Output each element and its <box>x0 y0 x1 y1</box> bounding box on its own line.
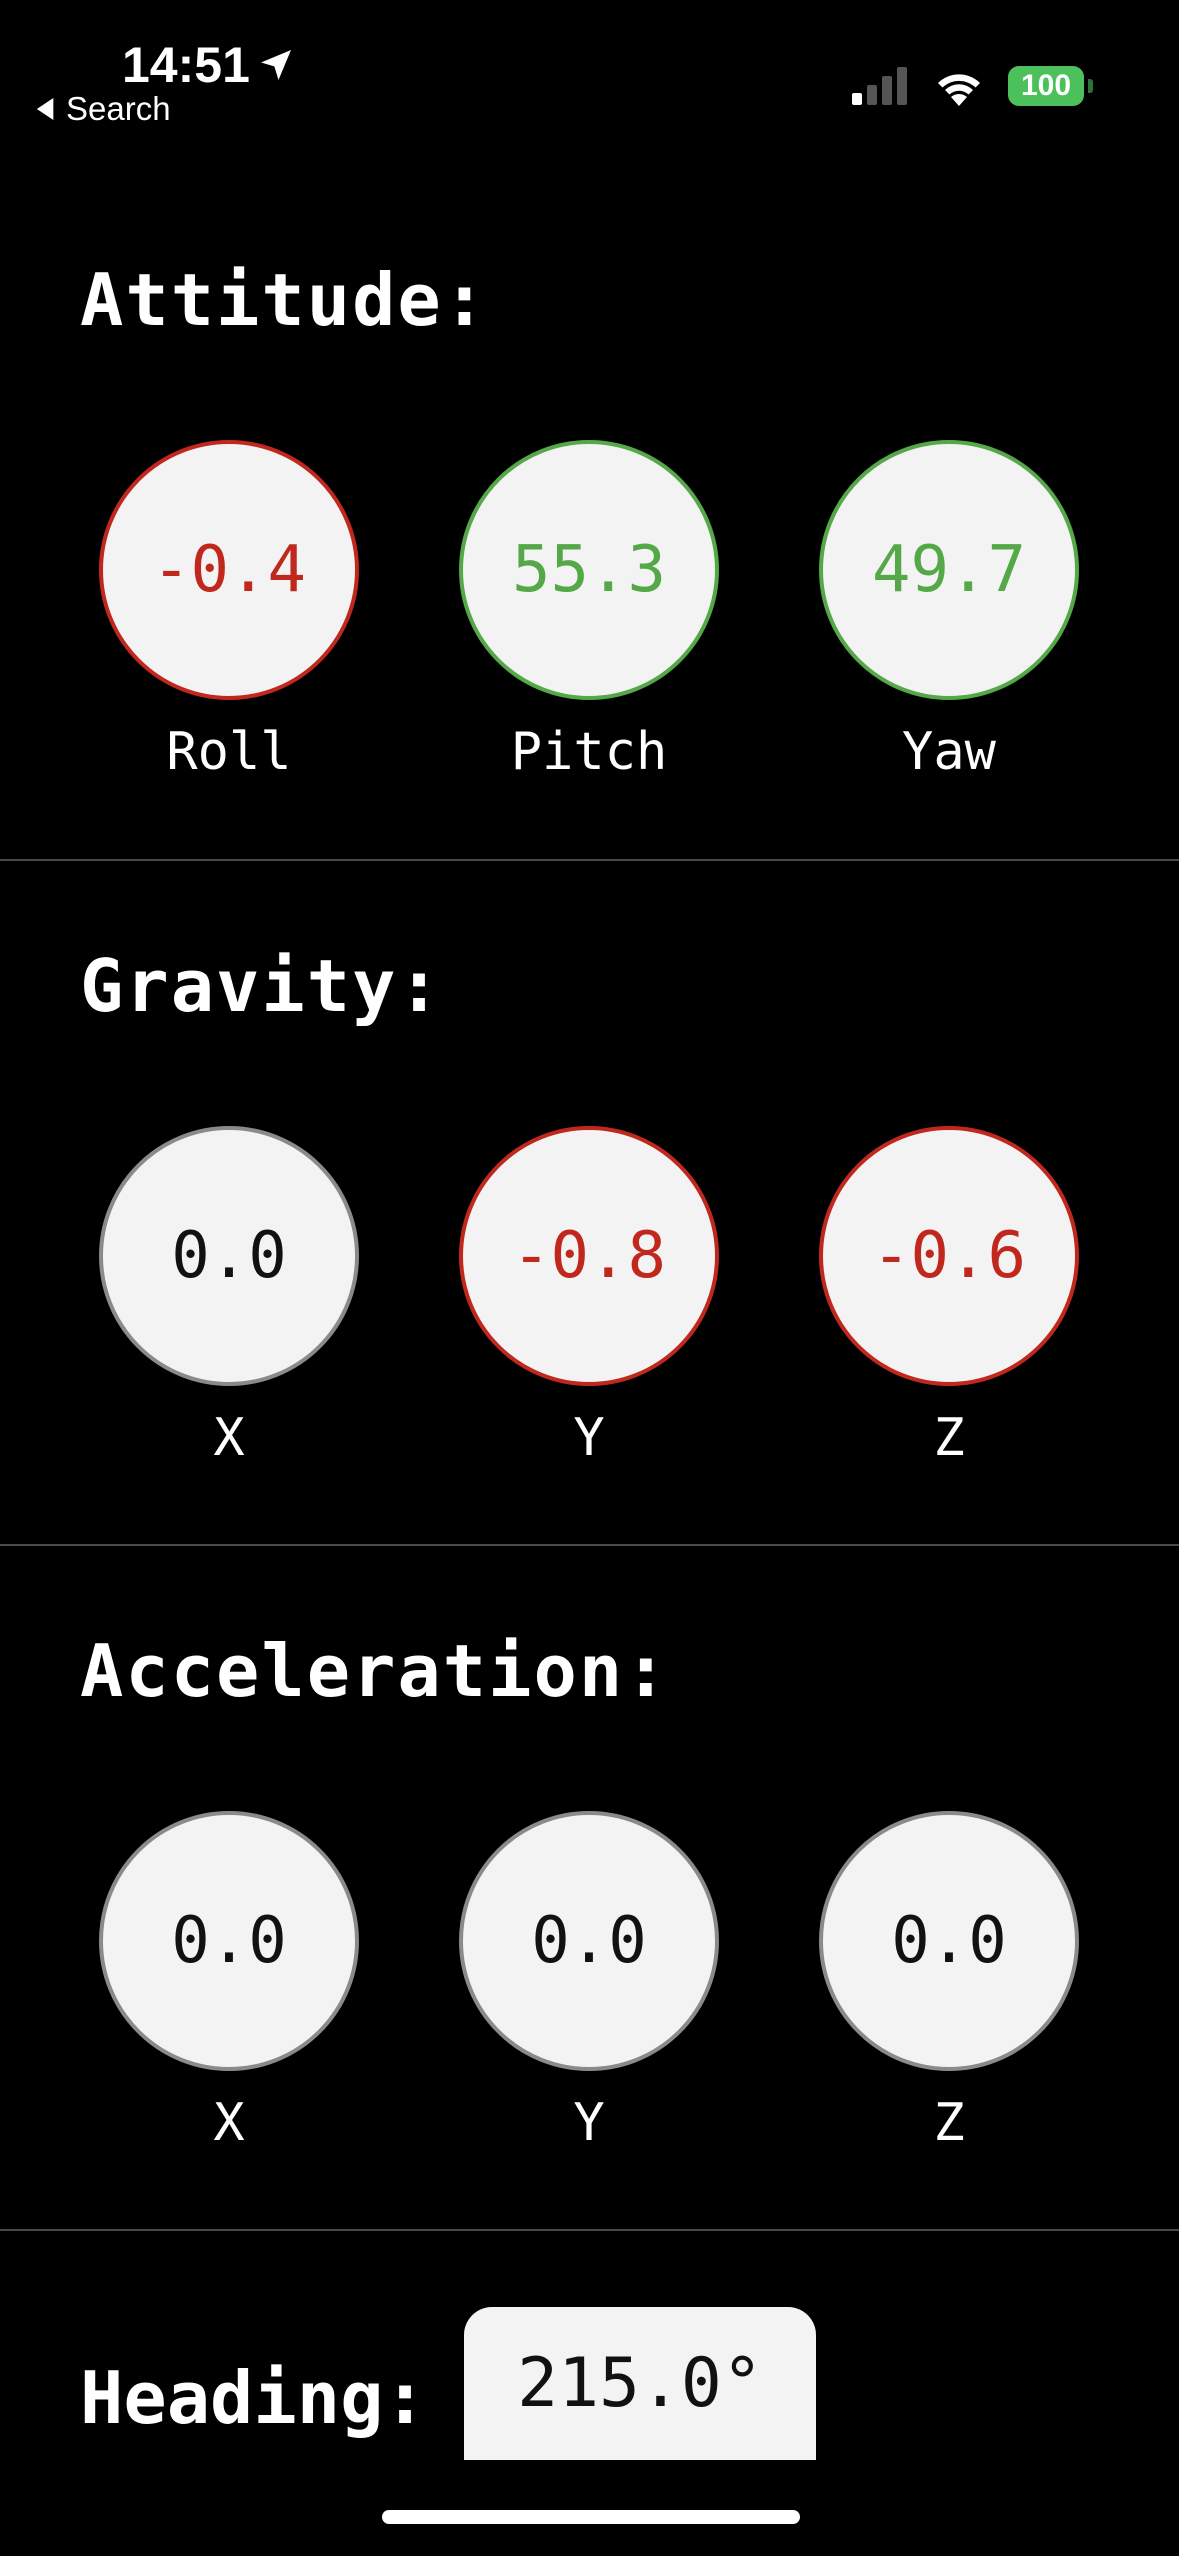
roll-label: Roll <box>166 722 292 782</box>
pitch-value: 55.3 <box>459 440 719 700</box>
gravity-z-gauge: -0.6 Z <box>819 1126 1079 1468</box>
roll-value: -0.4 <box>99 440 359 700</box>
acceleration-section: Acceleration: 0.0 X 0.0 Y 0.0 Z <box>0 1545 1179 2230</box>
gravity-y-value: -0.8 <box>459 1126 719 1386</box>
gravity-section: Gravity: 0.0 X -0.8 Y -0.6 Z <box>0 860 1179 1545</box>
gravity-y-label: Y <box>573 1408 605 1468</box>
acceleration-x-label: X <box>213 2093 245 2153</box>
acceleration-z-value: 0.0 <box>819 1811 1079 2071</box>
acceleration-z-gauge: 0.0 Z <box>819 1811 1079 2153</box>
acceleration-gauges: 0.0 X 0.0 Y 0.0 Z <box>0 1811 1179 2153</box>
acceleration-x-value: 0.0 <box>99 1811 359 2071</box>
heading-value: 215.0° <box>464 2307 816 2460</box>
acceleration-z-label: Z <box>933 2093 965 2153</box>
acceleration-y-label: Y <box>573 2093 605 2153</box>
gravity-y-gauge: -0.8 Y <box>459 1126 719 1468</box>
acceleration-title: Acceleration: <box>80 1629 670 1713</box>
gravity-x-label: X <box>213 1408 245 1468</box>
attitude-gauges: -0.4 Roll 55.3 Pitch 49.7 Yaw <box>0 440 1179 782</box>
heading-title: Heading: <box>80 2356 427 2440</box>
gravity-z-label: Z <box>933 1408 965 1468</box>
yaw-label: Yaw <box>902 722 996 782</box>
acceleration-x-gauge: 0.0 X <box>99 1811 359 2153</box>
gravity-gauges: 0.0 X -0.8 Y -0.6 Z <box>0 1126 1179 1468</box>
pitch-label: Pitch <box>510 722 668 782</box>
gravity-x-value: 0.0 <box>99 1126 359 1386</box>
acceleration-y-gauge: 0.0 Y <box>459 1811 719 2153</box>
attitude-section: Attitude: -0.4 Roll 55.3 Pitch 49.7 Yaw <box>0 0 1179 860</box>
roll-gauge: -0.4 Roll <box>99 440 359 782</box>
yaw-value: 49.7 <box>819 440 1079 700</box>
gravity-x-gauge: 0.0 X <box>99 1126 359 1468</box>
gravity-z-value: -0.6 <box>819 1126 1079 1386</box>
gravity-title: Gravity: <box>80 944 443 1028</box>
home-indicator[interactable] <box>382 2510 800 2524</box>
heading-section: Heading: 215.0° <box>0 2300 1179 2460</box>
yaw-gauge: 49.7 Yaw <box>819 440 1079 782</box>
acceleration-y-value: 0.0 <box>459 1811 719 2071</box>
attitude-title: Attitude: <box>80 258 489 342</box>
pitch-gauge: 55.3 Pitch <box>459 440 719 782</box>
divider <box>0 2229 1179 2231</box>
